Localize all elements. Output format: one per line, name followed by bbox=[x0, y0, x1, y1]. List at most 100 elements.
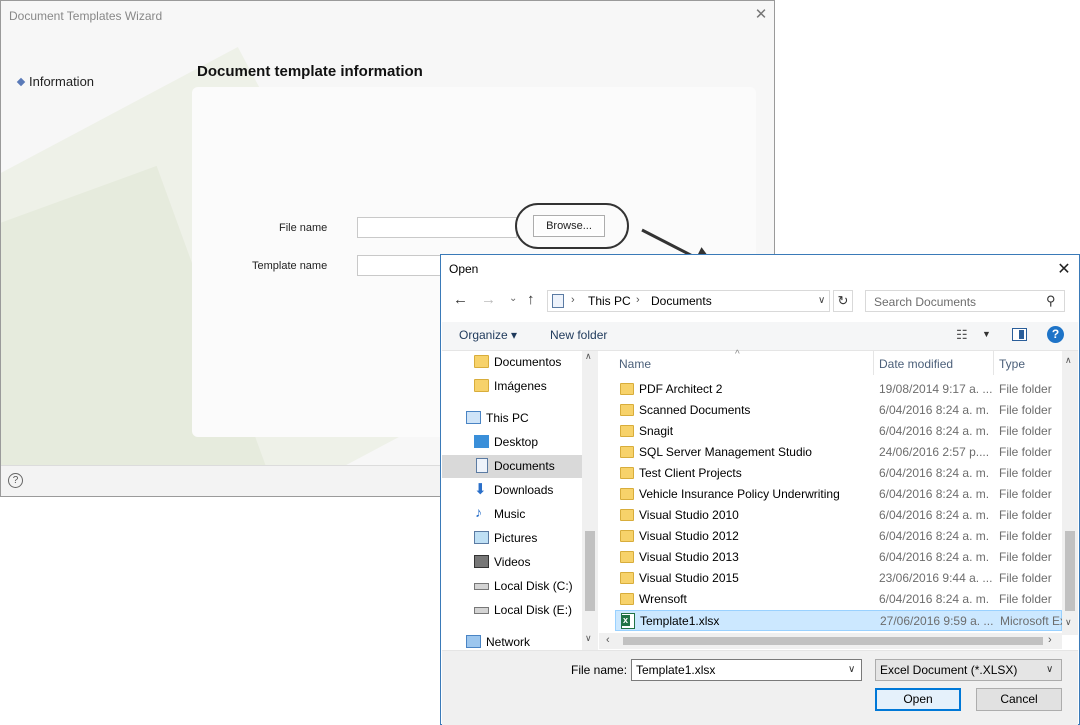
chevron-right-icon[interactable]: › bbox=[571, 294, 575, 306]
file-row[interactable]: Visual Studio 2015 23/06/2016 9:44 a. ..… bbox=[615, 568, 1062, 589]
file-name: Snagit bbox=[639, 424, 674, 438]
chevron-down-icon[interactable]: ∨ bbox=[1046, 664, 1053, 675]
scrollbar-thumb[interactable] bbox=[623, 637, 1043, 645]
file-name: Visual Studio 2010 bbox=[639, 508, 739, 522]
browse-button[interactable]: Browse... bbox=[533, 215, 605, 237]
close-icon[interactable]: ✕ bbox=[1056, 259, 1072, 279]
nav-item-imagenes[interactable]: Imágenes bbox=[442, 375, 582, 398]
refresh-icon[interactable]: ↻ bbox=[833, 290, 853, 312]
file-name: Scanned Documents bbox=[639, 403, 751, 417]
file-name-combobox[interactable]: Template1.xlsx ∨ bbox=[631, 659, 862, 681]
nav-item-local-disk-c[interactable]: Local Disk (C:) bbox=[442, 575, 582, 598]
nav-item-this-pc[interactable]: This PC bbox=[442, 407, 582, 430]
chevron-down-icon[interactable]: ∨ bbox=[1065, 617, 1072, 628]
file-row[interactable]: Visual Studio 2012 6/04/2016 8:24 a. m. … bbox=[615, 526, 1062, 547]
file-list-scrollbar[interactable]: ∧ ∨ bbox=[1062, 351, 1078, 635]
file-name: Vehicle Insurance Policy Underwriting bbox=[639, 487, 840, 501]
dialog-footer: File name: Template1.xlsx ∨ Excel Docume… bbox=[442, 650, 1078, 725]
file-row-selected[interactable]: Template1.xlsx 27/06/2016 9:59 a. ... Mi… bbox=[615, 610, 1063, 631]
chevron-up-icon[interactable]: ∧ bbox=[1065, 355, 1072, 366]
nav-item-music[interactable]: ♪ Music bbox=[442, 503, 582, 526]
download-icon: ⬇ bbox=[474, 481, 487, 498]
column-divider[interactable] bbox=[873, 351, 874, 375]
scrollbar-thumb[interactable] bbox=[1065, 531, 1075, 611]
file-name-input[interactable] bbox=[357, 217, 517, 238]
cancel-button[interactable]: Cancel bbox=[976, 688, 1062, 711]
address-bar[interactable]: › This PC › Documents ∨ bbox=[547, 290, 830, 312]
column-header-name[interactable]: Name bbox=[619, 357, 651, 371]
file-type: File folder bbox=[999, 592, 1052, 606]
file-type-value: Excel Document (*.XLSX) bbox=[880, 663, 1018, 677]
column-header-date[interactable]: Date modified bbox=[879, 357, 953, 371]
documents-icon bbox=[476, 458, 488, 473]
file-type: File folder bbox=[999, 382, 1052, 396]
file-row[interactable]: Snagit 6/04/2016 8:24 a. m. File folder bbox=[615, 421, 1062, 442]
nav-item-documents[interactable]: Documents bbox=[442, 455, 582, 478]
file-row[interactable]: Vehicle Insurance Policy Underwriting 6/… bbox=[615, 484, 1062, 505]
file-name: Wrensoft bbox=[639, 592, 687, 606]
breadcrumb-documents[interactable]: Documents bbox=[651, 294, 712, 308]
file-name-label: File name: bbox=[571, 663, 628, 677]
new-folder-button[interactable]: New folder bbox=[550, 328, 607, 342]
folder-icon bbox=[474, 355, 489, 368]
file-row[interactable]: Visual Studio 2013 6/04/2016 8:24 a. m. … bbox=[615, 547, 1062, 568]
file-type-select[interactable]: Excel Document (*.XLSX) ∨ bbox=[875, 659, 1062, 681]
bullet-icon bbox=[16, 77, 26, 87]
scrollbar-thumb[interactable] bbox=[585, 531, 595, 611]
chevron-left-icon[interactable]: ‹ bbox=[606, 634, 610, 646]
file-name: Template1.xlsx bbox=[640, 614, 720, 628]
folder-icon bbox=[474, 379, 489, 392]
column-divider[interactable] bbox=[993, 351, 994, 375]
file-date: 23/06/2016 9:44 a. ... bbox=[879, 571, 993, 585]
horizontal-scrollbar[interactable]: ‹ › bbox=[599, 633, 1062, 649]
view-options-icon[interactable]: ☷ bbox=[956, 327, 968, 343]
preview-pane-icon[interactable] bbox=[1012, 328, 1027, 341]
file-row[interactable]: SQL Server Management Studio 24/06/2016 … bbox=[615, 442, 1062, 463]
file-name: Visual Studio 2015 bbox=[639, 571, 739, 585]
chevron-down-icon[interactable]: ⌄ bbox=[509, 293, 517, 304]
close-icon[interactable]: ✕ bbox=[753, 7, 769, 23]
file-row[interactable]: Scanned Documents 6/04/2016 8:24 a. m. F… bbox=[615, 400, 1062, 421]
file-row[interactable]: PDF Architect 2 19/08/2014 9:17 a. ... F… bbox=[615, 379, 1062, 400]
nav-item-documentos[interactable]: Documentos bbox=[442, 351, 582, 374]
organize-button[interactable]: Organize ▾ bbox=[459, 328, 517, 342]
file-row[interactable]: Visual Studio 2010 6/04/2016 8:24 a. m. … bbox=[615, 505, 1062, 526]
nav-item-pictures[interactable]: Pictures bbox=[442, 527, 582, 550]
up-arrow-icon[interactable]: ↑ bbox=[527, 291, 535, 308]
file-type: Microsoft Excel Worksheet bbox=[1000, 614, 1063, 628]
chevron-down-icon[interactable]: ∨ bbox=[585, 633, 592, 644]
open-button[interactable]: Open bbox=[875, 688, 961, 711]
nav-item-local-disk-e[interactable]: Local Disk (E:) bbox=[442, 599, 582, 622]
nav-item-downloads[interactable]: ⬇ Downloads bbox=[442, 479, 582, 502]
nav-item-videos[interactable]: Videos bbox=[442, 551, 582, 574]
nav-item-label: Documentos bbox=[494, 355, 562, 369]
column-header-type[interactable]: Type bbox=[999, 357, 1025, 371]
file-date: 6/04/2016 8:24 a. m. bbox=[879, 487, 990, 501]
breadcrumb-this-pc[interactable]: This PC bbox=[588, 294, 631, 308]
chevron-down-icon[interactable]: ∨ bbox=[848, 664, 855, 675]
forward-arrow-icon[interactable]: → bbox=[481, 291, 496, 308]
file-type: File folder bbox=[999, 403, 1052, 417]
folder-icon bbox=[620, 425, 634, 437]
file-date: 6/04/2016 8:24 a. m. bbox=[879, 592, 990, 606]
file-row[interactable]: Wrensoft 6/04/2016 8:24 a. m. File folde… bbox=[615, 589, 1062, 610]
chevron-down-icon[interactable]: ▼ bbox=[982, 329, 991, 339]
chevron-up-icon[interactable]: ∧ bbox=[585, 351, 592, 362]
network-icon bbox=[466, 635, 481, 648]
wizard-step-information[interactable]: Information bbox=[29, 74, 94, 89]
file-row[interactable]: Test Client Projects 6/04/2016 8:24 a. m… bbox=[615, 463, 1062, 484]
folder-icon bbox=[620, 488, 634, 500]
nav-item-desktop[interactable]: Desktop bbox=[442, 431, 582, 454]
help-icon[interactable]: ? bbox=[8, 473, 23, 488]
chevron-right-icon[interactable]: › bbox=[636, 294, 640, 306]
template-name-input[interactable] bbox=[357, 255, 447, 276]
file-name-value[interactable]: Template1.xlsx bbox=[636, 663, 715, 677]
search-input[interactable]: Search Documents ⚲ bbox=[865, 290, 1065, 312]
back-arrow-icon[interactable]: ← bbox=[453, 291, 468, 308]
chevron-down-icon[interactable]: ∨ bbox=[818, 295, 825, 306]
nav-item-label: Videos bbox=[494, 555, 531, 569]
help-icon[interactable]: ? bbox=[1047, 326, 1064, 343]
navigation-scrollbar[interactable]: ∧ ∨ bbox=[582, 351, 598, 651]
computer-icon bbox=[466, 411, 481, 424]
chevron-right-icon[interactable]: › bbox=[1048, 634, 1052, 646]
